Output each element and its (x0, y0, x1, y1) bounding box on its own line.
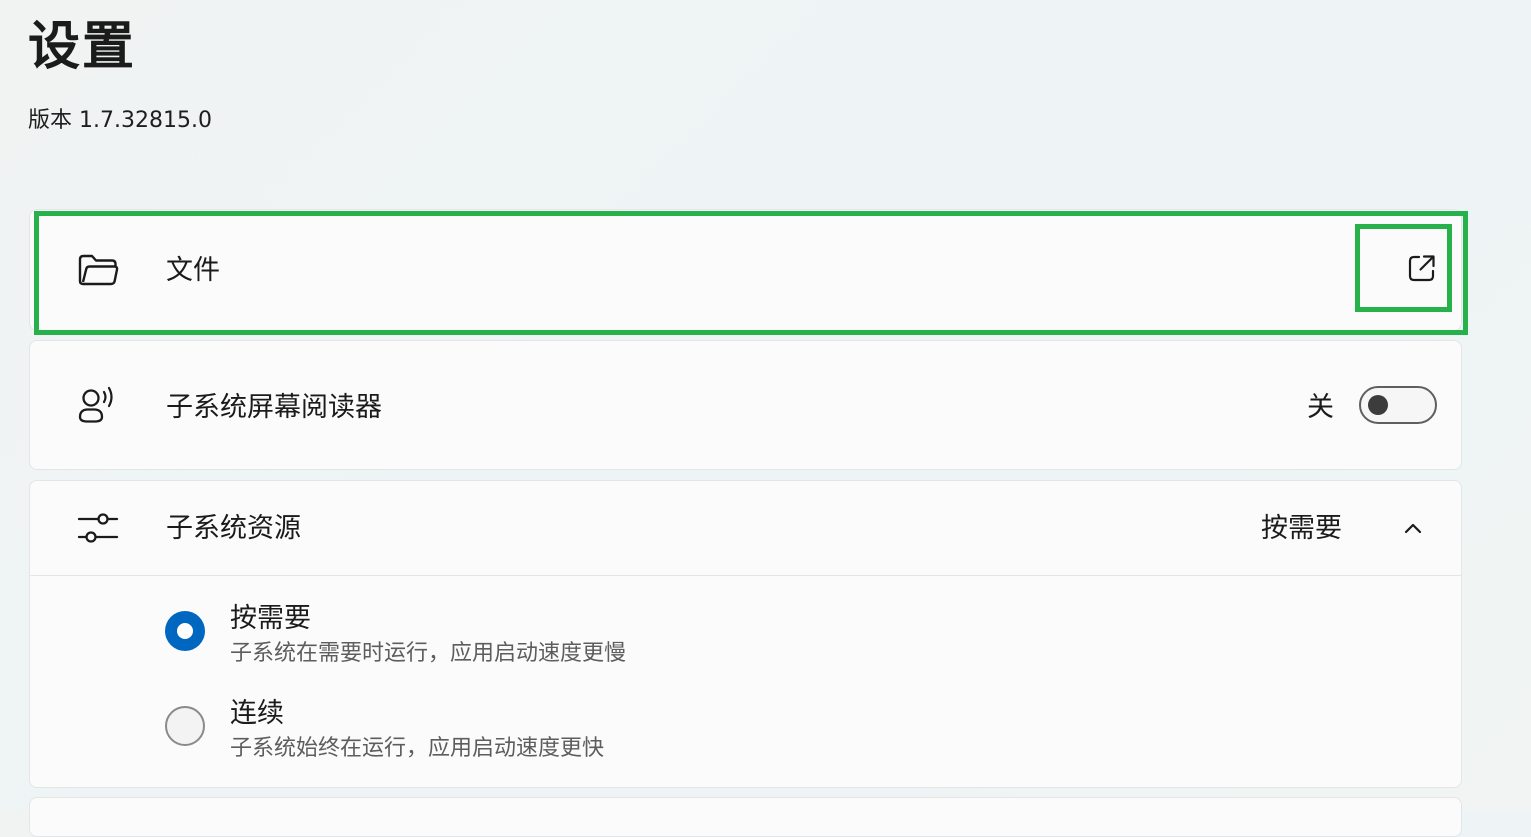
resources-card: 子系统资源 按需要 按需要 子系统在需要时运行，应用启动速度更慢 连续 子系统始… (29, 480, 1462, 788)
radio-option-description: 子系统始终在运行，应用启动速度更快 (230, 736, 605, 761)
sliders-icon (76, 506, 120, 550)
radio-option-description: 子系统在需要时运行，应用启动速度更慢 (230, 641, 627, 666)
resources-label: 子系统资源 (166, 513, 301, 544)
page-title: 设置 (28, 17, 137, 77)
open-external-icon (1408, 255, 1435, 282)
radio-button-checked[interactable] (165, 611, 205, 651)
files-card[interactable]: 文件 (29, 209, 1462, 331)
resources-selected-value: 按需要 (1261, 513, 1342, 544)
screen-reader-toggle[interactable] (1359, 386, 1437, 424)
radio-option-continuous[interactable]: 连续 子系统始终在运行，应用启动速度更快 (165, 698, 765, 769)
toggle-knob (1368, 395, 1388, 415)
screen-reader-label: 子系统屏幕阅读器 (166, 392, 382, 423)
folder-icon (76, 248, 120, 292)
radio-option-title: 连续 (230, 698, 284, 729)
chevron-up-icon[interactable] (1401, 516, 1425, 540)
radio-option-on-demand[interactable]: 按需要 子系统在需要时运行，应用启动速度更慢 (165, 603, 765, 674)
open-external-button[interactable] (1405, 251, 1439, 285)
resources-header[interactable]: 子系统资源 按需要 (30, 481, 1461, 576)
radio-button-unchecked[interactable] (165, 706, 205, 746)
files-label: 文件 (166, 255, 220, 286)
narrator-icon (76, 384, 120, 428)
version-text: 版本 1.7.32815.0 (28, 108, 212, 133)
radio-option-title: 按需要 (230, 603, 311, 634)
screen-reader-card: 子系统屏幕阅读器 关 (29, 340, 1462, 470)
screen-reader-state: 关 (1307, 392, 1334, 423)
next-settings-card (29, 797, 1462, 837)
